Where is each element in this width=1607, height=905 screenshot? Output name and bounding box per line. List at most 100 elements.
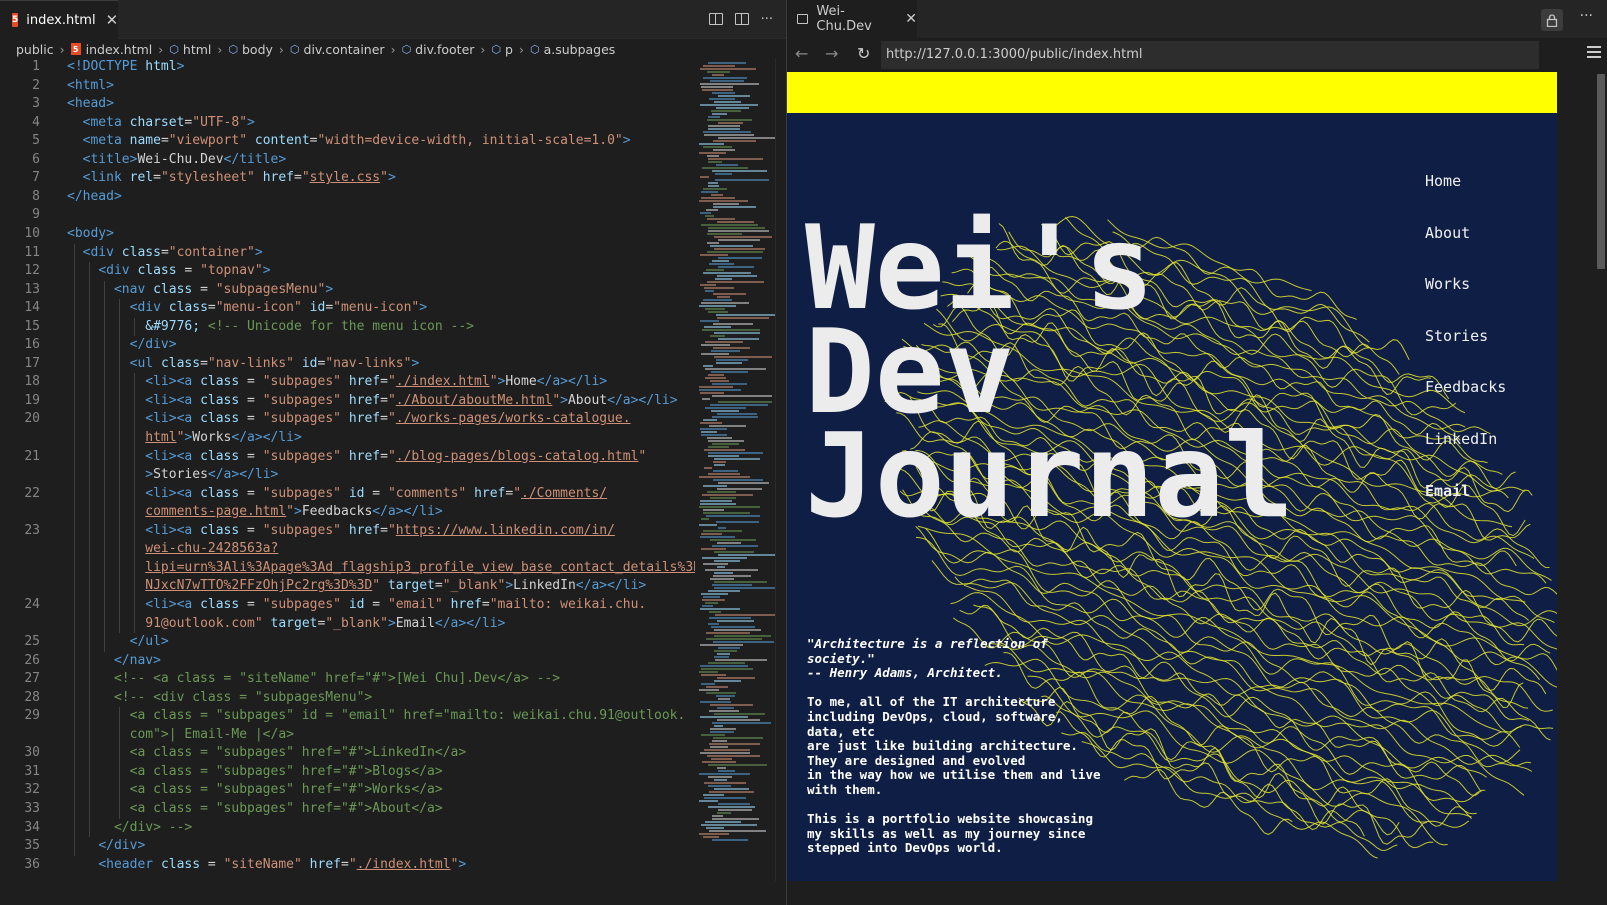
code-line[interactable]: <a class = "subpages" href="#">About</a> bbox=[67, 800, 443, 819]
code-line[interactable]: <li><a class = "subpages" href="https://… bbox=[67, 522, 615, 541]
tab-preview[interactable]: Wei-Chu.Dev ✕ bbox=[787, 0, 917, 38]
code-line[interactable]: <!DOCTYPE html> bbox=[67, 58, 184, 77]
nav-link-home[interactable]: Home bbox=[1425, 172, 1506, 224]
code-line[interactable]: <nav class = "subpagesMenu"> bbox=[67, 281, 333, 300]
code-line[interactable]: <li><a class = "subpages" id = "email" h… bbox=[67, 596, 646, 615]
code-line[interactable]: comments-page.html">Feedbacks</a></li> bbox=[67, 503, 442, 522]
split-editor-icon[interactable] bbox=[734, 13, 749, 25]
code-line[interactable]: <div class = "topnav"> bbox=[67, 262, 270, 281]
code-line[interactable]: 91@outlook.com" target="_blank">Email</a… bbox=[67, 615, 505, 634]
minimap-line bbox=[716, 164, 738, 166]
minimap-line bbox=[711, 194, 723, 196]
minimap-line bbox=[708, 374, 724, 376]
close-tab-icon[interactable]: ✕ bbox=[106, 11, 119, 29]
url-input[interactable]: http://127.0.0.1:3000/public/index.html bbox=[881, 41, 1539, 69]
code-line[interactable]: html">Works</a></li> bbox=[67, 429, 302, 448]
code-line[interactable]: <link rel="stylesheet" href="style.css"> bbox=[67, 169, 396, 188]
site-nav: Home About Works Stories Feedbacks Linke… bbox=[1425, 172, 1506, 533]
code-line[interactable]: >Stories</a></li> bbox=[67, 466, 278, 485]
close-tab-icon[interactable]: ✕ bbox=[905, 11, 917, 27]
minimap-line bbox=[718, 239, 760, 241]
minimap-line bbox=[700, 320, 719, 322]
code-line[interactable]: </div> bbox=[67, 837, 145, 856]
code-area[interactable]: 1 <!DOCTYPE html> 2 <html> 3 <head> 4 <meta ch… bbox=[0, 58, 695, 881]
minimap-line bbox=[701, 683, 715, 685]
live-preview: Wei-Chu.Dev ✕ ··· ← → ↻ http://127.0.0.1… bbox=[787, 0, 1607, 905]
html5-icon: 5 bbox=[70, 43, 81, 55]
minimap-line bbox=[703, 131, 751, 133]
code-line[interactable]: <meta charset="UTF-8"> bbox=[67, 114, 255, 133]
forward-arrow-icon[interactable]: → bbox=[825, 44, 838, 63]
code-line[interactable]: <body> bbox=[67, 225, 114, 244]
more-actions-icon[interactable]: ··· bbox=[761, 12, 773, 27]
code-line[interactable]: <div class="menu-icon" id="menu-icon"> bbox=[67, 299, 427, 318]
code-line[interactable]: &#9776; <!-- Unicode for the menu icon -… bbox=[67, 318, 474, 337]
back-arrow-icon[interactable]: ← bbox=[795, 44, 808, 63]
minimap-line bbox=[718, 401, 772, 403]
code-line[interactable]: <a class = "subpages" href="#">Blogs</a> bbox=[67, 763, 443, 782]
nav-link-email[interactable]: Email bbox=[1425, 482, 1506, 534]
minimap[interactable] bbox=[695, 58, 776, 881]
nav-link-stories[interactable]: Stories bbox=[1425, 327, 1506, 379]
code-line[interactable]: <a class = "subpages" id = "email" href=… bbox=[67, 707, 686, 726]
minimap-line bbox=[717, 653, 730, 655]
code-line[interactable]: </nav> bbox=[67, 652, 161, 671]
code-line[interactable]: <li><a class = "subpages" href="./About/… bbox=[67, 392, 677, 411]
code-line[interactable]: <!-- <a class = "siteName" href="#">[Wei… bbox=[67, 670, 560, 689]
lock-icon[interactable] bbox=[1541, 9, 1563, 31]
breadcrumb-item[interactable]: html bbox=[183, 42, 211, 57]
code-line[interactable]: </div> bbox=[67, 336, 177, 355]
breadcrumb-item[interactable]: p bbox=[505, 42, 513, 57]
code-line[interactable]: <a class = "subpages" href="#">Works</a> bbox=[67, 781, 443, 800]
code-line[interactable]: <head> bbox=[67, 95, 114, 114]
code-line[interactable]: <html> bbox=[67, 77, 114, 96]
minimap-line bbox=[718, 647, 740, 649]
minimap-line bbox=[700, 752, 750, 754]
minimap-line bbox=[714, 581, 767, 583]
code-line[interactable]: <title>Wei-Chu.Dev</title> bbox=[67, 151, 287, 170]
minimap-line bbox=[708, 440, 744, 442]
code-line[interactable]: NJxcN7wTTO%2FFzOhjPc2rg%3D%3D" target="_… bbox=[67, 577, 646, 596]
minimap-line bbox=[713, 206, 756, 208]
nav-link-works[interactable]: Works bbox=[1425, 275, 1506, 327]
breadcrumb-item[interactable]: div.footer bbox=[415, 42, 474, 57]
minimap-line bbox=[714, 464, 725, 466]
element-icon: ⬡ bbox=[228, 42, 238, 56]
code-line[interactable]: <a class = "subpages" href="#">LinkedIn<… bbox=[67, 744, 467, 763]
open-preview-icon[interactable] bbox=[708, 13, 723, 25]
code-line[interactable]: wei-chu-2428563a? bbox=[67, 540, 278, 559]
nav-link-linkedin[interactable]: LinkedIn bbox=[1425, 430, 1506, 482]
breadcrumb-item[interactable]: index.html bbox=[86, 42, 153, 57]
breadcrumb-item[interactable]: public bbox=[16, 42, 54, 57]
code-line[interactable]: lipi=urn%3Ali%3Apage%3Ad_flagship3_profi… bbox=[67, 559, 695, 578]
menu-icon[interactable] bbox=[1587, 46, 1601, 61]
breadcrumb-item[interactable]: div.container bbox=[304, 42, 385, 57]
breadcrumb-item[interactable]: body bbox=[242, 42, 273, 57]
preview-tab-bar: Wei-Chu.Dev ✕ ··· bbox=[787, 0, 1607, 38]
scrollbar-thumb[interactable] bbox=[1597, 74, 1605, 269]
code-line[interactable]: </div> --> bbox=[67, 819, 192, 838]
code-line[interactable]: <li><a class = "subpages" href="./blog-p… bbox=[67, 448, 646, 467]
code-line[interactable]: <!-- <div class = "subpagesMenu"> bbox=[67, 689, 372, 708]
minimap-line bbox=[708, 776, 732, 778]
line-number: 30 bbox=[24, 745, 40, 761]
code-line[interactable]: <li><a class = "subpages" href="./index.… bbox=[67, 373, 607, 392]
code-line[interactable]: <ul class="nav-links" id="nav-links"> bbox=[67, 355, 420, 374]
code-line[interactable]: <header class = "siteName" href="./index… bbox=[67, 856, 466, 875]
tab-index-html[interactable]: 5 index.html ✕ bbox=[0, 0, 118, 39]
minimap-line bbox=[706, 827, 724, 829]
nav-link-about[interactable]: About bbox=[1425, 224, 1506, 276]
code-line[interactable]: <div class="container"> bbox=[67, 244, 263, 263]
code-line[interactable]: </ul> bbox=[67, 633, 169, 652]
code-line[interactable]: <li><a class = "subpages" id = "comments… bbox=[67, 485, 607, 504]
more-actions-icon[interactable]: ··· bbox=[1580, 8, 1593, 24]
reload-icon[interactable]: ↻ bbox=[857, 44, 870, 63]
code-line[interactable]: </head> bbox=[67, 188, 122, 207]
code-line[interactable]: com">| Email-Me |</a> bbox=[67, 726, 294, 745]
nav-link-feedbacks[interactable]: Feedbacks bbox=[1425, 378, 1506, 430]
preview-scrollbar[interactable] bbox=[1595, 72, 1607, 905]
line-number: 20 bbox=[24, 411, 40, 427]
code-line[interactable]: <li><a class = "subpages" href="./works-… bbox=[67, 410, 630, 429]
breadcrumb-item[interactable]: a.subpages bbox=[544, 42, 616, 57]
code-line[interactable]: <meta name="viewport" content="width=dev… bbox=[67, 132, 631, 151]
